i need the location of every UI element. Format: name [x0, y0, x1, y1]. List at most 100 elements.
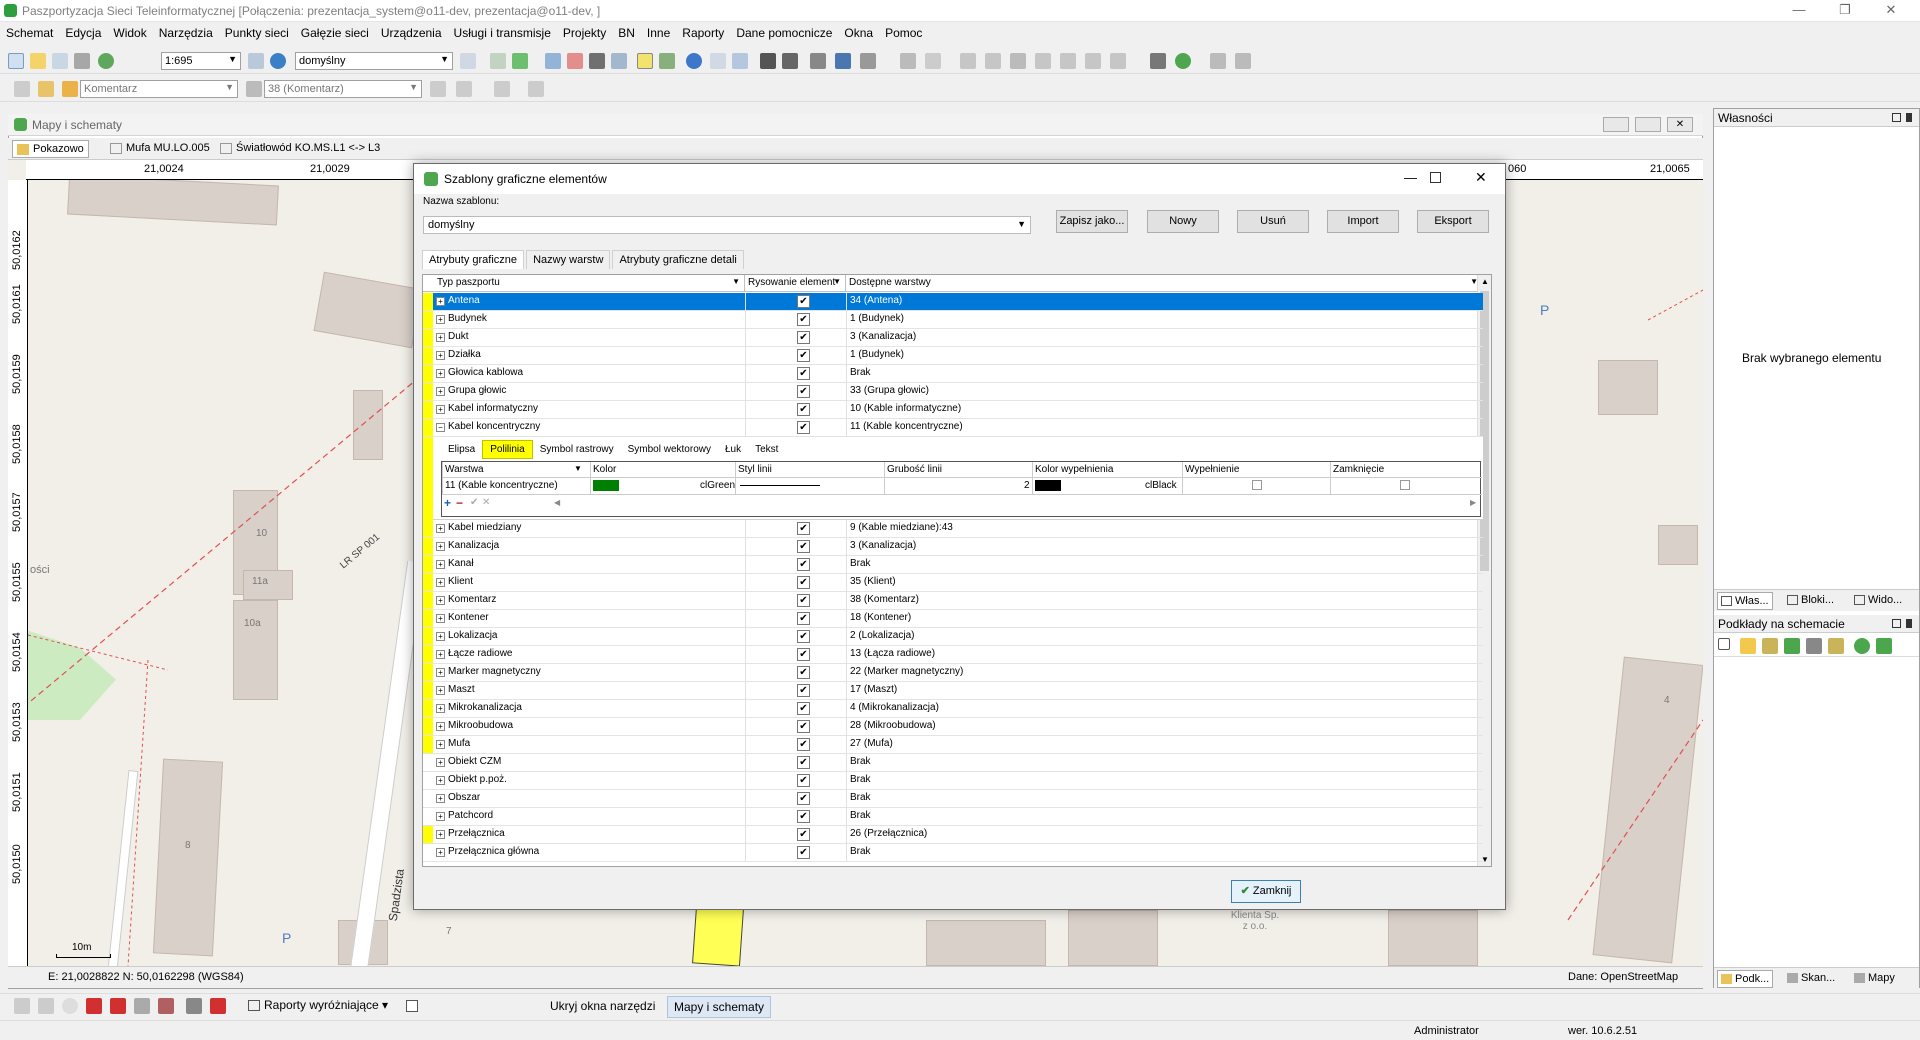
expand-icon[interactable]: +	[436, 722, 445, 731]
expand-icon[interactable]: +	[436, 632, 445, 641]
fill-swatch[interactable]	[1035, 480, 1061, 491]
draw-checkbox[interactable]: ✔	[797, 295, 810, 308]
info-icon[interactable]	[686, 53, 702, 69]
restore-icon[interactable]: ❐	[1822, 0, 1868, 22]
detail-col-header[interactable]: Zamknięcie	[1333, 464, 1384, 475]
building-icon[interactable]	[589, 53, 605, 69]
draw-checkbox[interactable]: ✔	[797, 540, 810, 553]
close-small-icon[interactable]	[528, 81, 544, 97]
expand-icon[interactable]: +	[436, 794, 445, 803]
open-icon[interactable]	[30, 53, 46, 69]
menu-item[interactable]: Okna	[838, 24, 879, 42]
tab-layer-names[interactable]: Nazwy warstw	[526, 250, 611, 269]
draw-checkbox[interactable]: ✔	[797, 846, 810, 859]
subtab[interactable]: Elipsa	[441, 441, 482, 458]
comment-icon[interactable]	[62, 81, 78, 97]
tab-views[interactable]: Wido...	[1851, 592, 1905, 608]
delete-button[interactable]: Usuń	[1237, 210, 1309, 233]
table-row[interactable]: + Obiekt CZM ✔ Brak	[423, 754, 1483, 772]
align-icon[interactable]	[760, 53, 776, 69]
menu-item[interactable]: Widok	[107, 24, 152, 42]
expand-icon[interactable]: +	[436, 560, 445, 569]
subtab[interactable]: Symbol rastrowy	[533, 441, 621, 458]
table-row[interactable]: + Mikrokanalizacja ✔ 4 (Mikrokanalizacja)	[423, 700, 1483, 718]
table-row[interactable]: + Przełącznica ✔ 26 (Przełącznica)	[423, 826, 1483, 844]
table-row[interactable]: + Mufa ✔ 27 (Mufa)	[423, 736, 1483, 754]
draw-checkbox[interactable]: ✔	[797, 385, 810, 398]
new-icon[interactable]	[1718, 638, 1730, 650]
detail-col-header[interactable]: Grubość linii	[887, 464, 942, 475]
tab-detail-attributes[interactable]: Atrybuty graficzne detali	[612, 250, 744, 269]
stop-icon[interactable]	[86, 998, 102, 1014]
pan-icon[interactable]	[490, 53, 506, 69]
table-row[interactable]: + Klient ✔ 35 (Klient)	[423, 574, 1483, 592]
table-row[interactable]: + Patchcord ✔ Brak	[423, 808, 1483, 826]
new-icon[interactable]	[8, 53, 24, 69]
pointer-icon[interactable]	[14, 81, 30, 97]
table-row[interactable]: + Działka ✔ 1 (Budynek)	[423, 347, 1483, 365]
expand-icon[interactable]: +	[436, 740, 445, 749]
scroll-right-icon[interactable]: ▶	[1470, 498, 1476, 507]
minimize-icon[interactable]: —	[1404, 170, 1417, 185]
photo-icon[interactable]	[158, 998, 174, 1014]
pin-icon[interactable]	[1906, 113, 1912, 122]
grid-icon[interactable]	[186, 998, 202, 1014]
remove-icon[interactable]: −	[456, 496, 463, 510]
tool8-icon[interactable]	[1110, 53, 1126, 69]
person-icon[interactable]	[1210, 53, 1226, 69]
import-button[interactable]: Import	[1327, 210, 1399, 233]
menu-item[interactable]: Narzędzia	[153, 24, 219, 42]
draw-checkbox[interactable]: ✔	[797, 756, 810, 769]
table-row[interactable]: + Kanalizacja ✔ 3 (Kanalizacja)	[423, 538, 1483, 556]
draw-checkbox[interactable]: ✔	[797, 630, 810, 643]
expand-icon[interactable]	[860, 53, 876, 69]
expand-icon[interactable]: +	[436, 650, 445, 659]
line2-icon[interactable]	[456, 81, 472, 97]
maximize-icon[interactable]	[1430, 172, 1441, 183]
tab-graphic-attributes[interactable]: Atrybuty graficzne	[422, 250, 525, 269]
menu-item[interactable]: Edycja	[59, 24, 107, 42]
subtab[interactable]: Łuk	[718, 441, 748, 458]
draw-checkbox[interactable]: ✔	[797, 349, 810, 362]
expand-icon[interactable]: +	[436, 578, 445, 587]
settings-icon[interactable]	[38, 998, 54, 1014]
draw-checkbox[interactable]: ✔	[797, 558, 810, 571]
tree-icon[interactable]	[1784, 638, 1800, 654]
line-style[interactable]	[740, 485, 820, 486]
link-icon[interactable]	[494, 81, 510, 97]
table-row[interactable]: + Kontener ✔ 18 (Kontener)	[423, 610, 1483, 628]
circle-icon[interactable]	[62, 998, 78, 1014]
draw-checkbox[interactable]: ✔	[797, 367, 810, 380]
expand-icon[interactable]: +	[436, 812, 445, 821]
table-row[interactable]: + Kabel miedziany ✔ 9 (Kable miedziane):43	[423, 520, 1483, 538]
confirm-icon[interactable]: ✔	[470, 497, 478, 508]
expand-icon[interactable]: +	[436, 668, 445, 677]
layers-icon[interactable]	[460, 53, 476, 69]
expand-icon[interactable]: +	[436, 351, 445, 360]
draw-checkbox[interactable]: ✔	[797, 576, 810, 589]
table-row[interactable]: + Mikroobudowa ✔ 28 (Mikroobudowa)	[423, 718, 1483, 736]
export-icon[interactable]	[52, 53, 68, 69]
draw-checkbox[interactable]: ✔	[797, 774, 810, 787]
expand-icon[interactable]: +	[436, 315, 445, 324]
line-width[interactable]: 2	[1024, 480, 1030, 491]
color-swatch[interactable]	[593, 480, 619, 491]
tab-backgrounds[interactable]: Podk...	[1717, 970, 1774, 988]
draw-checkbox[interactable]: ✔	[797, 702, 810, 715]
close-icon[interactable]: ✕	[1667, 117, 1693, 132]
menu-item[interactable]: Inne	[641, 24, 676, 42]
export-button[interactable]: Eksport	[1417, 210, 1489, 233]
draw-checkbox[interactable]: ✔	[797, 810, 810, 823]
table-row[interactable]: + Marker magnetyczny ✔ 22 (Marker magnetycz…	[423, 664, 1483, 682]
expand-icon[interactable]: +	[436, 369, 445, 378]
table-row[interactable]: + Głowica kablowa ✔ Brak	[423, 365, 1483, 383]
expand-icon[interactable]: +	[436, 405, 445, 414]
menu-item[interactable]: BN	[612, 24, 641, 42]
tool5-icon[interactable]	[1035, 53, 1051, 69]
close-icon[interactable]: ✕	[1475, 169, 1487, 186]
table-row[interactable]: + Łącze radiowe ✔ 13 (Łącza radiowe)	[423, 646, 1483, 664]
detail-col-header[interactable]: Kolor	[593, 464, 616, 475]
expand-icon[interactable]: +	[436, 848, 445, 857]
table-row[interactable]: + Obiekt p.poż. ✔ Brak	[423, 772, 1483, 790]
col-header-layers[interactable]: Dostępne warstwy ▼	[846, 275, 1483, 292]
